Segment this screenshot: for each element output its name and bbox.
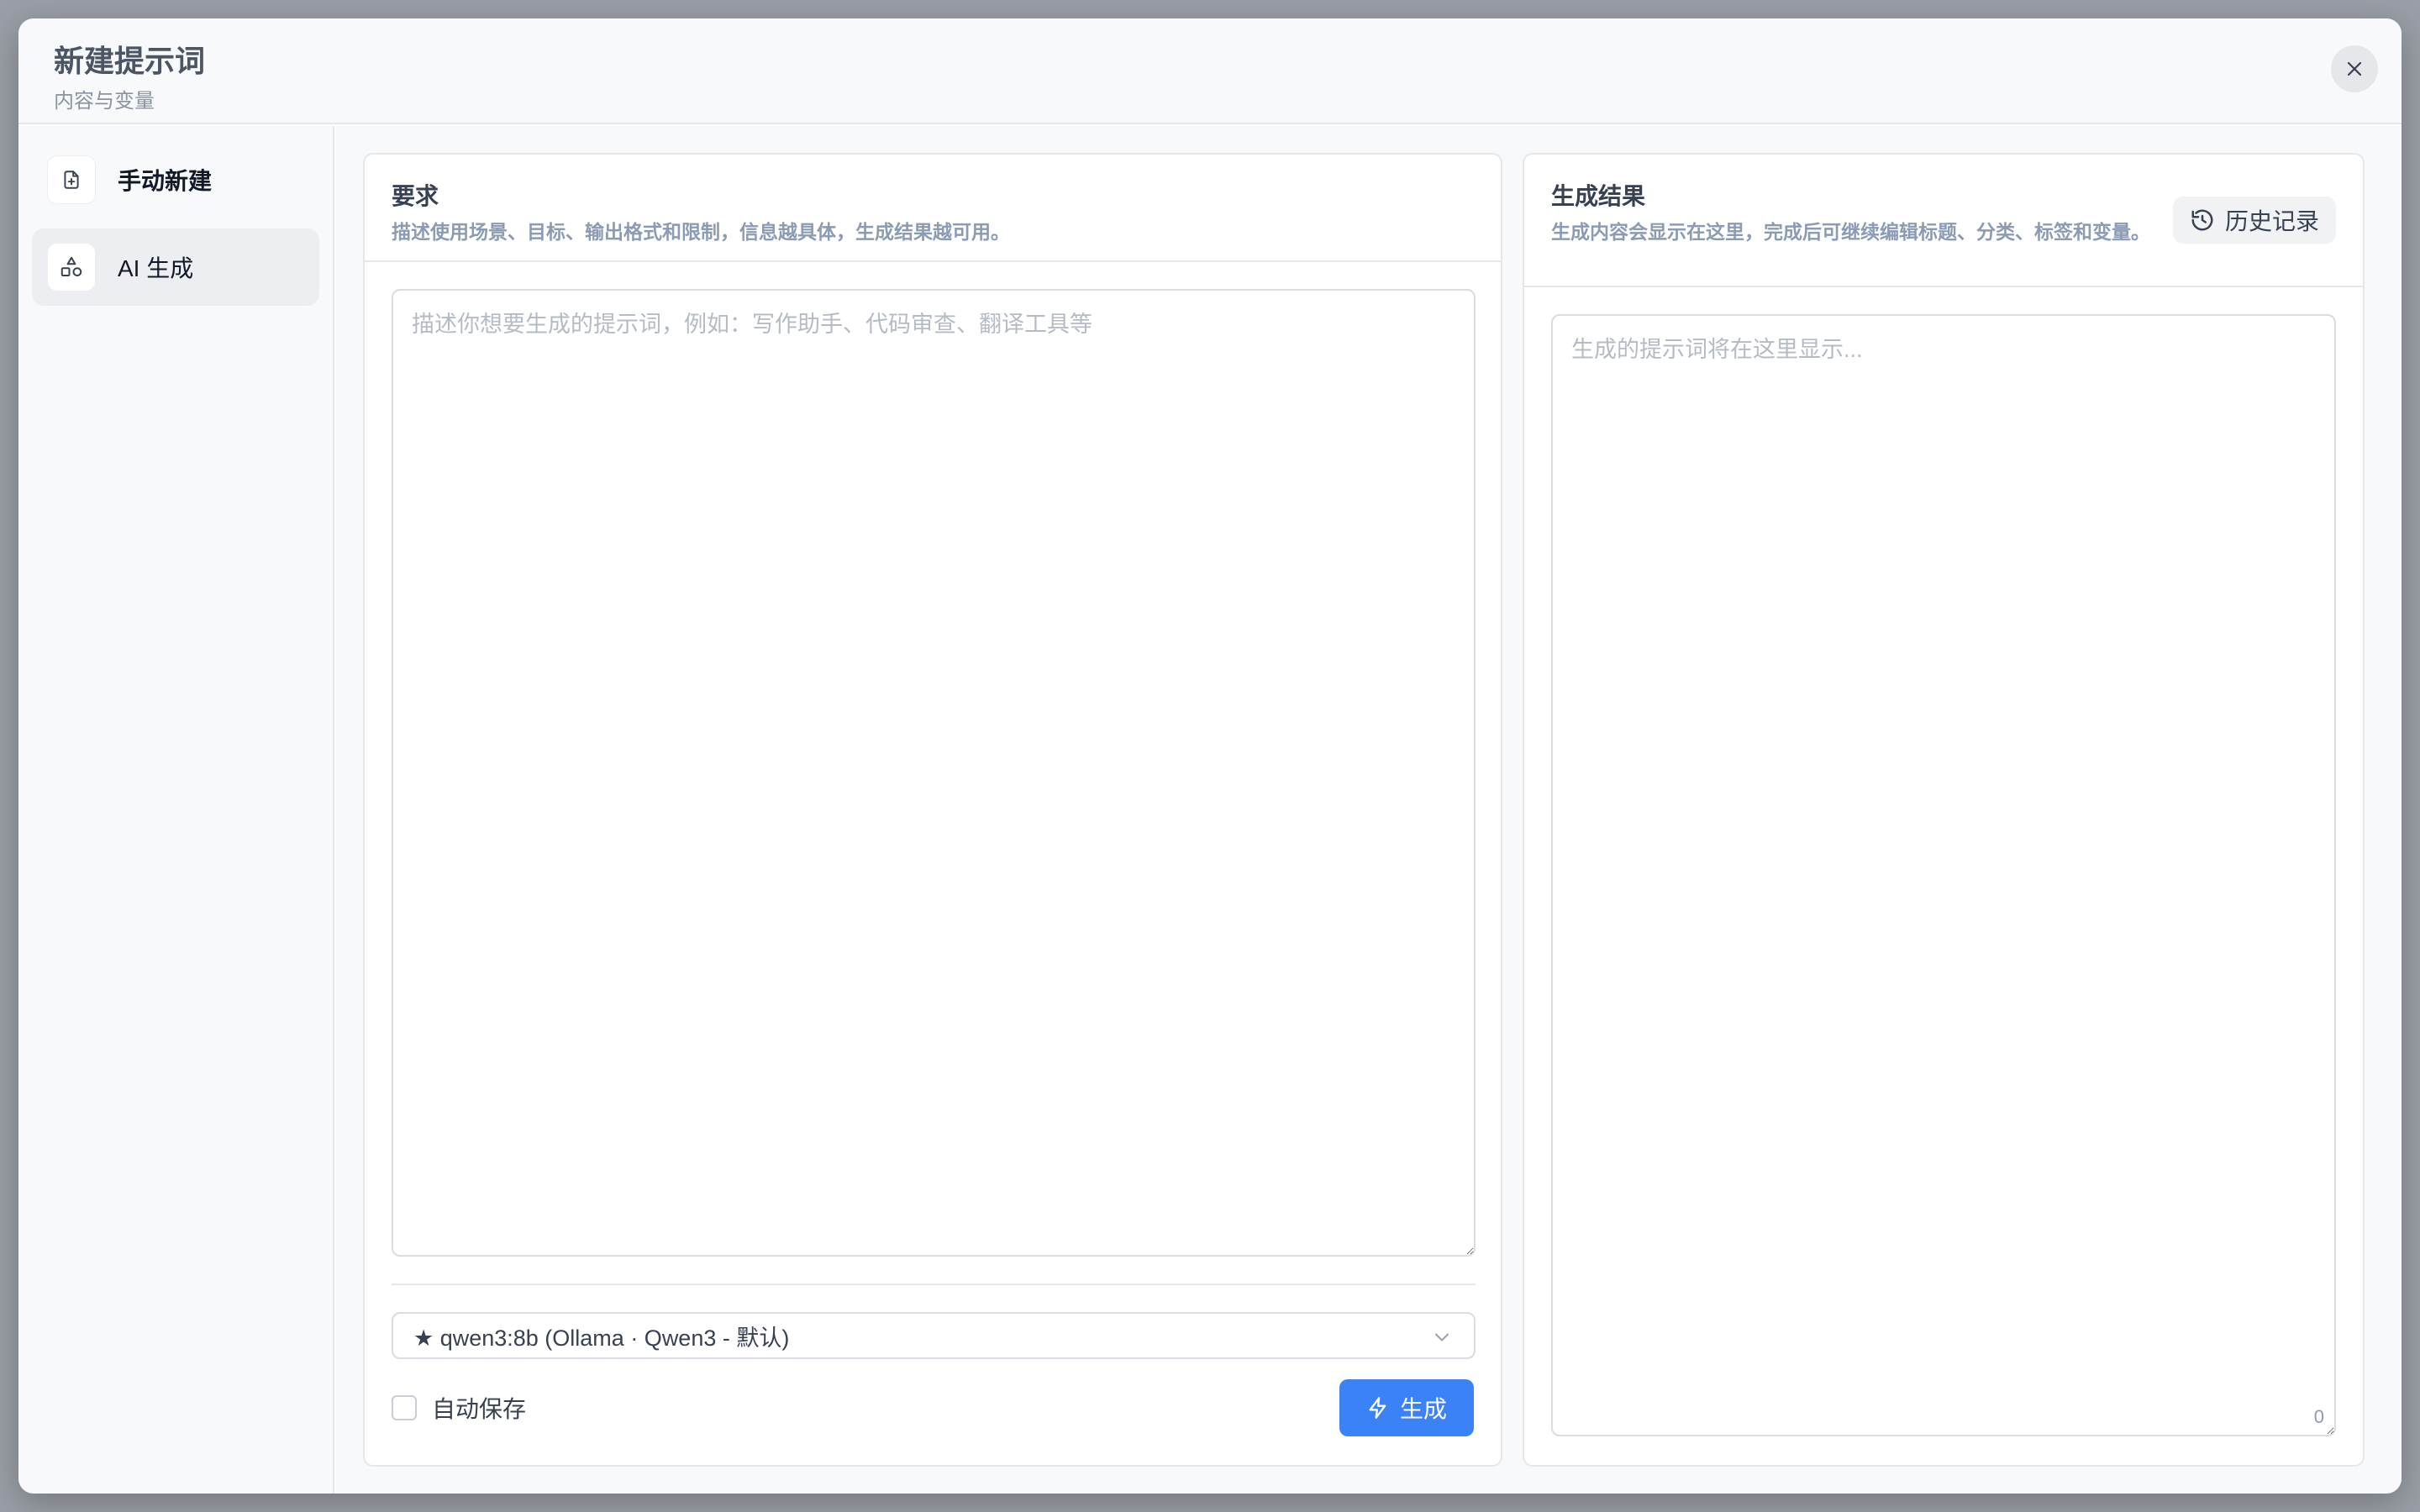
sidebar-item-manual-create[interactable]: 手动新建 [32, 141, 319, 218]
close-button[interactable] [2331, 45, 2378, 92]
close-icon [2347, 61, 2362, 76]
dialog-subtitle: 内容与变量 [54, 90, 155, 113]
dialog-header: 新建提示词 内容与变量 [18, 18, 2402, 124]
sidebar-item-ai-generate[interactable]: AI 生成 [32, 228, 319, 306]
result-header: 生成结果 生成内容会显示在这里，完成后可继续编辑标题、分类、标签和变量。 历史记… [1524, 155, 2363, 287]
requirements-title: 要求 [392, 183, 439, 209]
history-button-label: 历史记录 [2224, 208, 2319, 234]
sidebar-item-label: 手动新建 [118, 168, 213, 194]
shapes-icon [47, 243, 96, 291]
model-select[interactable]: ★ qwen3:8b (Ollama · Qwen3 - 默认) [392, 1312, 1476, 1359]
generate-button-label: 生成 [1399, 1396, 1447, 1422]
autosave-label: 自动保存 [432, 1396, 527, 1422]
model-select-value: ★ qwen3:8b (Ollama · Qwen3 - 默认) [413, 1325, 790, 1351]
dialog-title: 新建提示词 [54, 44, 206, 78]
result-panel: 生成结果 生成内容会显示在这里，完成后可继续编辑标题、分类、标签和变量。 历史记… [1523, 153, 2365, 1467]
requirements-header: 要求 描述使用场景、目标、输出格式和限制，信息越具体，生成结果越可用。 [365, 155, 1501, 262]
char-count: 0 [2313, 1406, 2324, 1427]
generate-button[interactable]: 生成 [1339, 1379, 1474, 1436]
autosave-checkbox[interactable] [392, 1395, 417, 1420]
history-button[interactable]: 历史记录 [2172, 197, 2336, 244]
file-plus-icon [47, 155, 96, 204]
history-icon [2191, 209, 2213, 231]
lightning-icon [1369, 1397, 1386, 1419]
sidebar: 手动新建 AI 生成 [18, 126, 334, 1494]
requirements-input[interactable] [392, 289, 1476, 1257]
requirements-description: 描述使用场景、目标、输出格式和限制，信息越具体，生成结果越可用。 [392, 221, 1010, 243]
new-prompt-dialog: 新建提示词 内容与变量 手动新建 AI 生成 要求 描述使用场景、目标、输出格式… [18, 18, 2402, 1494]
sidebar-item-label: AI 生成 [118, 255, 194, 281]
generated-prompt-output[interactable] [1551, 314, 2336, 1436]
requirements-panel: 要求 描述使用场景、目标、输出格式和限制，信息越具体，生成结果越可用。 ★ qw… [363, 153, 1502, 1467]
divider [392, 1284, 1476, 1285]
result-description: 生成内容会显示在这里，完成后可继续编辑标题、分类、标签和变量。 [1551, 221, 2150, 243]
main-content: 要求 描述使用场景、目标、输出格式和限制，信息越具体，生成结果越可用。 ★ qw… [336, 126, 2402, 1494]
chevron-down-icon [1434, 1333, 1449, 1341]
autosave-toggle: 自动保存 [392, 1391, 526, 1425]
